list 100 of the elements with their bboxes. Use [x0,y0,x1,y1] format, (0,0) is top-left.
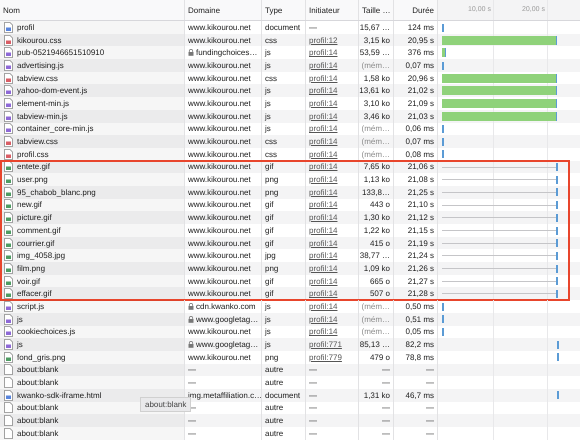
duration-text: — [426,378,434,388]
initiator-link[interactable]: profil:14 [309,276,338,286]
initiator-link[interactable]: profil:14 [309,188,338,197]
file-name[interactable]: about:blank [17,416,58,426]
column-header[interactable]: Initiateur [309,6,340,14]
type-text: css [265,36,277,45]
file-name[interactable]: courrier.gif [17,238,54,248]
type-text: png [265,264,278,273]
size-text: 1,22 ko [364,226,390,235]
initiator-link[interactable]: profil:14 [309,302,338,311]
file-name[interactable]: about:blank [17,365,58,374]
initiator-link[interactable]: profil:771 [309,340,342,350]
initiator-link[interactable]: profil:14 [309,150,338,159]
size-text: — [382,416,390,426]
column-header[interactable]: Durée [412,6,434,14]
file-name[interactable]: entete.gif [17,162,50,172]
domain-text: www.kikourou.net [188,251,251,260]
column-header[interactable]: Domaine [188,6,220,14]
timing-marker [556,214,558,222]
domain-text: www.kikourou.net [188,226,251,235]
duration-text: — [426,365,434,374]
timing-marker [556,252,558,260]
file-name[interactable]: about:blank [17,378,58,388]
initiator-link[interactable]: profil:14 [309,86,338,96]
initiator-link[interactable]: profil:14 [309,238,338,248]
type-text: gif [265,289,274,298]
size-text: 1,30 ko [364,213,390,222]
initiator-link[interactable]: profil:779 [309,352,342,362]
initiator-text: — [309,365,317,374]
domain-text: — [188,378,196,388]
type-text: autre [265,403,284,412]
file-name[interactable]: profil.css [17,150,49,159]
type-text: jpg [265,251,276,260]
file-name[interactable]: picture.gif [17,213,52,222]
column-header[interactable]: Nom [3,6,20,14]
file-name[interactable]: fond_gris.png [17,352,66,362]
initiator-link[interactable]: profil:14 [309,48,338,58]
type-text: gif [265,238,274,248]
domain-text: www.kikourou.net [188,188,251,197]
file-name[interactable]: new.gif [17,200,42,210]
file-name[interactable]: voir.gif [17,276,40,286]
file-name[interactable]: js [17,340,23,350]
initiator-link[interactable]: profil:14 [309,162,338,172]
type-text: js [265,98,271,108]
file-name[interactable]: js [17,314,23,324]
file-name[interactable]: tabview.css [17,74,58,83]
duration-text: 21,25 s [408,188,434,197]
initiator-link[interactable]: profil:14 [309,60,338,70]
size-text: (mém… [362,137,390,146]
initiator-link[interactable]: profil:14 [309,226,338,235]
initiator-link[interactable]: profil:14 [309,175,338,184]
size-text: 665 o [370,276,390,286]
duration-text: 21,06 s [408,162,434,172]
timing-marker [556,201,558,210]
file-name[interactable]: comment.gif [17,226,61,235]
file-name[interactable]: profil [17,22,34,32]
column-header[interactable]: Type [265,6,282,14]
duration-text: 20,96 s [408,74,434,83]
initiator-link[interactable]: profil:14 [309,327,338,336]
initiator-link[interactable]: profil:14 [309,98,338,108]
column-header[interactable]: Taille … [362,6,390,14]
size-text: 415 o [370,238,390,248]
file-name[interactable]: tabview.css [17,137,58,146]
file-name[interactable]: script.js [17,302,44,311]
file-name[interactable]: user.png [17,175,48,184]
size-text: 1,31 ko [364,390,390,400]
initiator-link[interactable]: profil:14 [309,124,338,134]
initiator-link[interactable]: profil:14 [309,289,338,298]
initiator-link[interactable]: profil:14 [309,137,338,146]
domain-text: — [188,365,196,374]
file-name[interactable]: kikourou.css [17,36,62,45]
domain-text: www.kikourou.net [188,175,251,184]
file-name[interactable]: about:blank [17,403,58,412]
file-name[interactable]: advertising.js [17,60,64,70]
file-name[interactable]: img_4058.jpg [17,251,66,260]
initiator-link[interactable]: profil:14 [309,314,338,324]
initiator-link[interactable]: profil:14 [309,112,338,121]
initiator-link[interactable]: profil:14 [309,264,338,273]
initiator-link[interactable]: profil:14 [309,213,338,222]
domain-text: www.kikourou.net [188,98,251,108]
duration-text: 46,7 ms [406,390,434,400]
type-text: js [265,302,271,311]
size-text: — [382,428,390,438]
timing-marker [556,176,558,184]
file-name[interactable]: film.png [17,264,46,273]
initiator-link[interactable]: profil:14 [309,200,338,210]
initiator-link[interactable]: profil:14 [309,74,338,83]
duration-text: — [426,416,434,426]
domain-text: www.kikourou.net [188,213,251,222]
initiator-link[interactable]: profil:12 [309,36,338,45]
type-text: autre [265,428,284,438]
file-name[interactable]: about:blank [17,428,58,438]
duration-text: 78,8 ms [406,352,434,362]
duration-text: 21,03 s [408,112,434,121]
size-text: 1,58 ko [364,74,390,83]
size-text: 443 o [370,200,390,210]
file-name[interactable]: effacer.gif [17,289,52,298]
domain-text: www.kikourou.net [188,162,251,172]
domain-text: — [188,416,196,426]
initiator-link[interactable]: profil:14 [309,251,338,260]
